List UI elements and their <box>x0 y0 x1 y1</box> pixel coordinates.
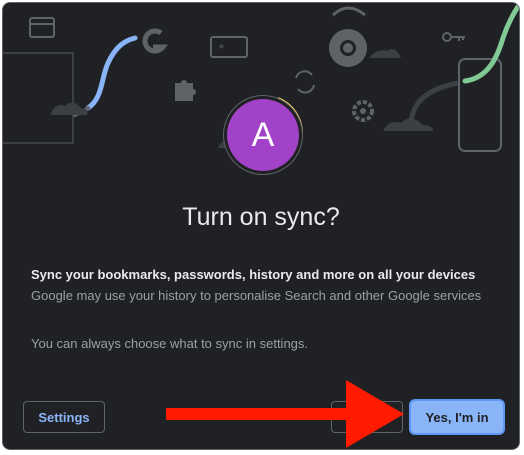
google-g-icon <box>142 28 169 54</box>
settings-note: You can always choose what to sync in se… <box>31 336 309 351</box>
blue-line <box>85 35 138 111</box>
cloud-icon <box>51 102 88 115</box>
sync-icon <box>295 70 315 94</box>
svg-text:*: * <box>218 42 225 55</box>
puzzle-icon <box>175 80 196 101</box>
chrome-logo-icon <box>329 29 367 67</box>
sync-description: Sync your bookmarks, passwords, history … <box>31 267 476 282</box>
sync-dialog: * A Turn on sync? Sync your bookmarks, p… <box>2 2 520 450</box>
account-avatar: A <box>227 99 299 171</box>
password-icon: * <box>210 36 248 58</box>
cancel-button[interactable] <box>331 401 403 433</box>
confirm-sync-button[interactable]: Yes, I'm in <box>411 401 503 433</box>
laptop-outline <box>3 52 74 144</box>
settings-button[interactable]: Settings <box>23 401 105 433</box>
card-icon <box>29 17 55 38</box>
gear-icon <box>352 100 374 122</box>
key-icon <box>442 32 465 42</box>
green-line <box>462 3 519 84</box>
dialog-title: Turn on sync? <box>182 203 340 231</box>
personalise-note: Google may use your history to personali… <box>31 288 482 303</box>
